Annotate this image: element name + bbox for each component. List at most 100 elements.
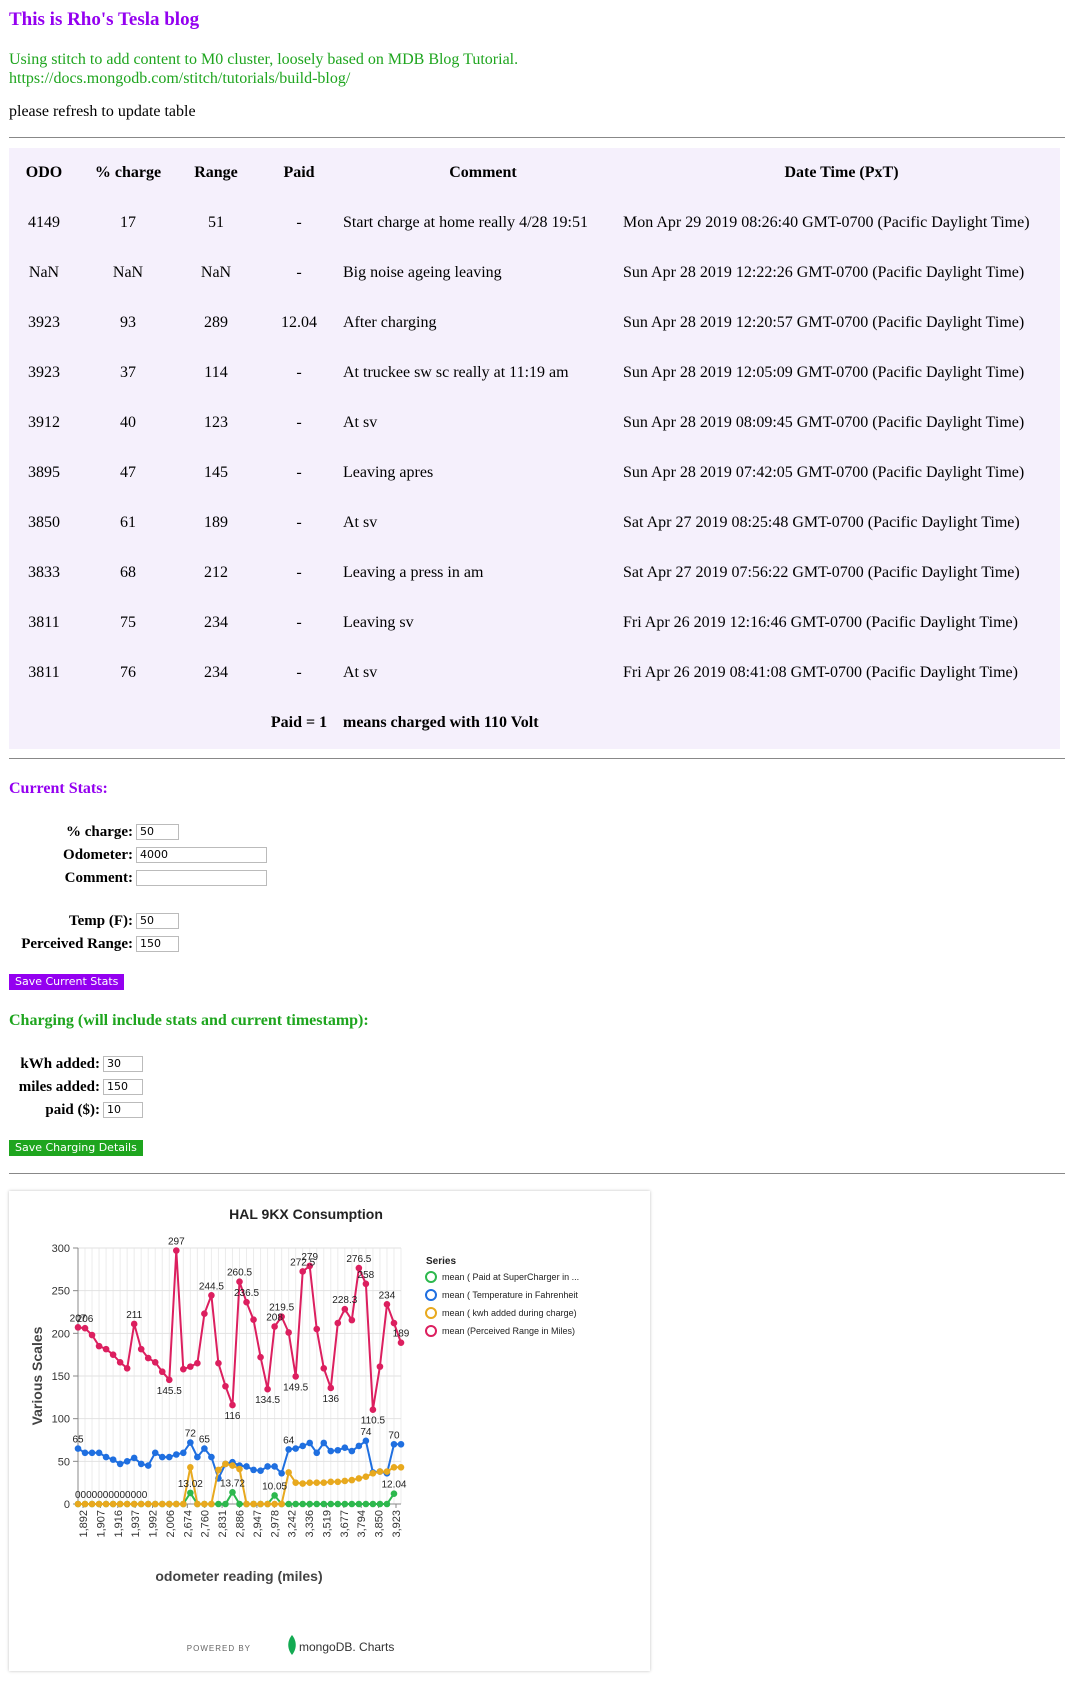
kwh-input[interactable] [103,1056,143,1072]
cell-range: 145 [204,464,228,481]
data-label: 189 [393,1329,410,1340]
legend-label: mean ( Temperature in Fahrenheit [442,1290,578,1300]
data-point [348,1447,356,1455]
data-point [397,1464,405,1471]
data-point [341,1500,349,1508]
data-point [376,1468,384,1475]
data-point [257,1500,264,1508]
table-row: 3923 37 114 - At truckee sw sc really at 11:… [9,348,1060,398]
paid-input[interactable] [103,1102,143,1118]
data-point [264,1463,271,1470]
data-label: 260.5 [227,1268,252,1279]
charging-heading: Charging (will include stats and current… [9,1012,369,1029]
data-point [243,1463,250,1470]
data-point [222,1500,229,1508]
cell-paid: - [296,664,302,681]
data-point [334,1319,342,1327]
data-point [271,1500,278,1508]
data-point [81,1324,89,1332]
cell-odo: 3912 [28,414,60,431]
data-point [158,1368,166,1376]
data-point [151,1449,159,1457]
x-tick-label: 2,886 [235,1510,247,1538]
data-point [102,1453,110,1461]
divider [9,137,1065,138]
x-tick-label: 3,794 [356,1510,368,1538]
consumption-chart-card: 0 50 100 150 200 250 300 1,892 1,907 1,916 1,937 1,… [9,1191,650,1671]
data-point [355,1500,363,1508]
data-point [243,1298,250,1306]
data-point [313,1449,321,1457]
odometer-input[interactable] [136,847,267,863]
data-label: 74 [360,1427,372,1438]
data-point [130,1500,138,1508]
data-point [348,1500,356,1508]
data-point [313,1479,321,1486]
range-row: Perceived Range: [0,934,133,954]
cell-comment: At sv [343,514,378,531]
blog-title: This is Rho's Tesla blog [9,9,200,30]
data-point [109,1456,117,1463]
data-point [222,1460,229,1468]
data-point [187,1489,194,1497]
x-tick-label: 2,760 [200,1510,212,1538]
data-point [355,1442,363,1450]
data-point [257,1467,264,1475]
data-point [348,1316,356,1324]
data-point [187,1464,194,1471]
footer-paid: Paid = 1 [270,714,328,731]
divider [9,758,1065,759]
data-point [74,1500,82,1508]
cell-comment: After charging [343,314,437,331]
y-axis-title: Various Scales [29,1326,45,1425]
tutorial-link[interactable]: https://docs.mongodb.com/stitch/tutorial… [9,69,518,88]
x-tick-label: 2,674 [182,1510,194,1538]
temp-input[interactable] [136,913,179,929]
charge-input[interactable] [136,824,179,840]
legend-title: Series [426,1256,456,1267]
cell-datetime: Fri Apr 26 2019 12:16:46 GMT-0700 (Pacif… [623,614,1018,631]
data-point [264,1385,271,1393]
data-point [229,1462,236,1469]
data-label: 276.5 [346,1254,371,1265]
data-point [306,1500,314,1508]
cell-charge: 75 [120,614,136,631]
y-tick-label: 150 [52,1371,70,1383]
x-tick-label: 1,916 [113,1510,125,1538]
cell-charge: 93 [120,314,136,331]
save-current-stats-button[interactable]: Save Current Stats [9,974,125,990]
data-point [397,1339,405,1347]
data-point [390,1319,398,1327]
data-label: 64 [283,1435,295,1446]
range-label: Perceived Range: [21,936,133,952]
y-tick-label: 250 [52,1286,70,1298]
data-point [320,1365,328,1372]
miles-input[interactable] [103,1079,143,1095]
data-point [215,1466,222,1474]
data-label: 236.5 [234,1288,259,1299]
data-point [250,1316,257,1323]
data-point [194,1500,201,1508]
x-tick-label: 2,947 [252,1510,264,1538]
x-tick-label: 2,006 [165,1510,177,1538]
legend-marker [425,1289,437,1301]
data-point [334,1446,342,1454]
table-row: 3833 68 212 - Leaving a press in am Sat Apr 2… [9,548,1060,598]
data-point [88,1331,96,1339]
save-charging-details-button[interactable]: Save Charging Details [9,1140,143,1156]
table-row: NaN NaN NaN - Big noise ageing leaving Sun Ap… [9,248,1060,298]
data-point [201,1500,208,1508]
mongodb-leaf-icon [288,1635,296,1655]
range-input[interactable] [136,936,179,952]
data-point [334,1478,342,1486]
column-header-range: Range [194,164,238,181]
data-point [236,1465,243,1473]
table-footer-row: Paid = 1 means charged with 110 Volt [9,698,1060,748]
comment-input[interactable] [136,870,267,886]
data-label: 13.02 [178,1479,203,1490]
legend-marker [425,1307,437,1319]
data-point [369,1469,377,1477]
x-tick-label: 3,850 [374,1510,386,1538]
chart-title: HAL 9KX Consumption [229,1206,383,1222]
data-point [292,1500,299,1508]
